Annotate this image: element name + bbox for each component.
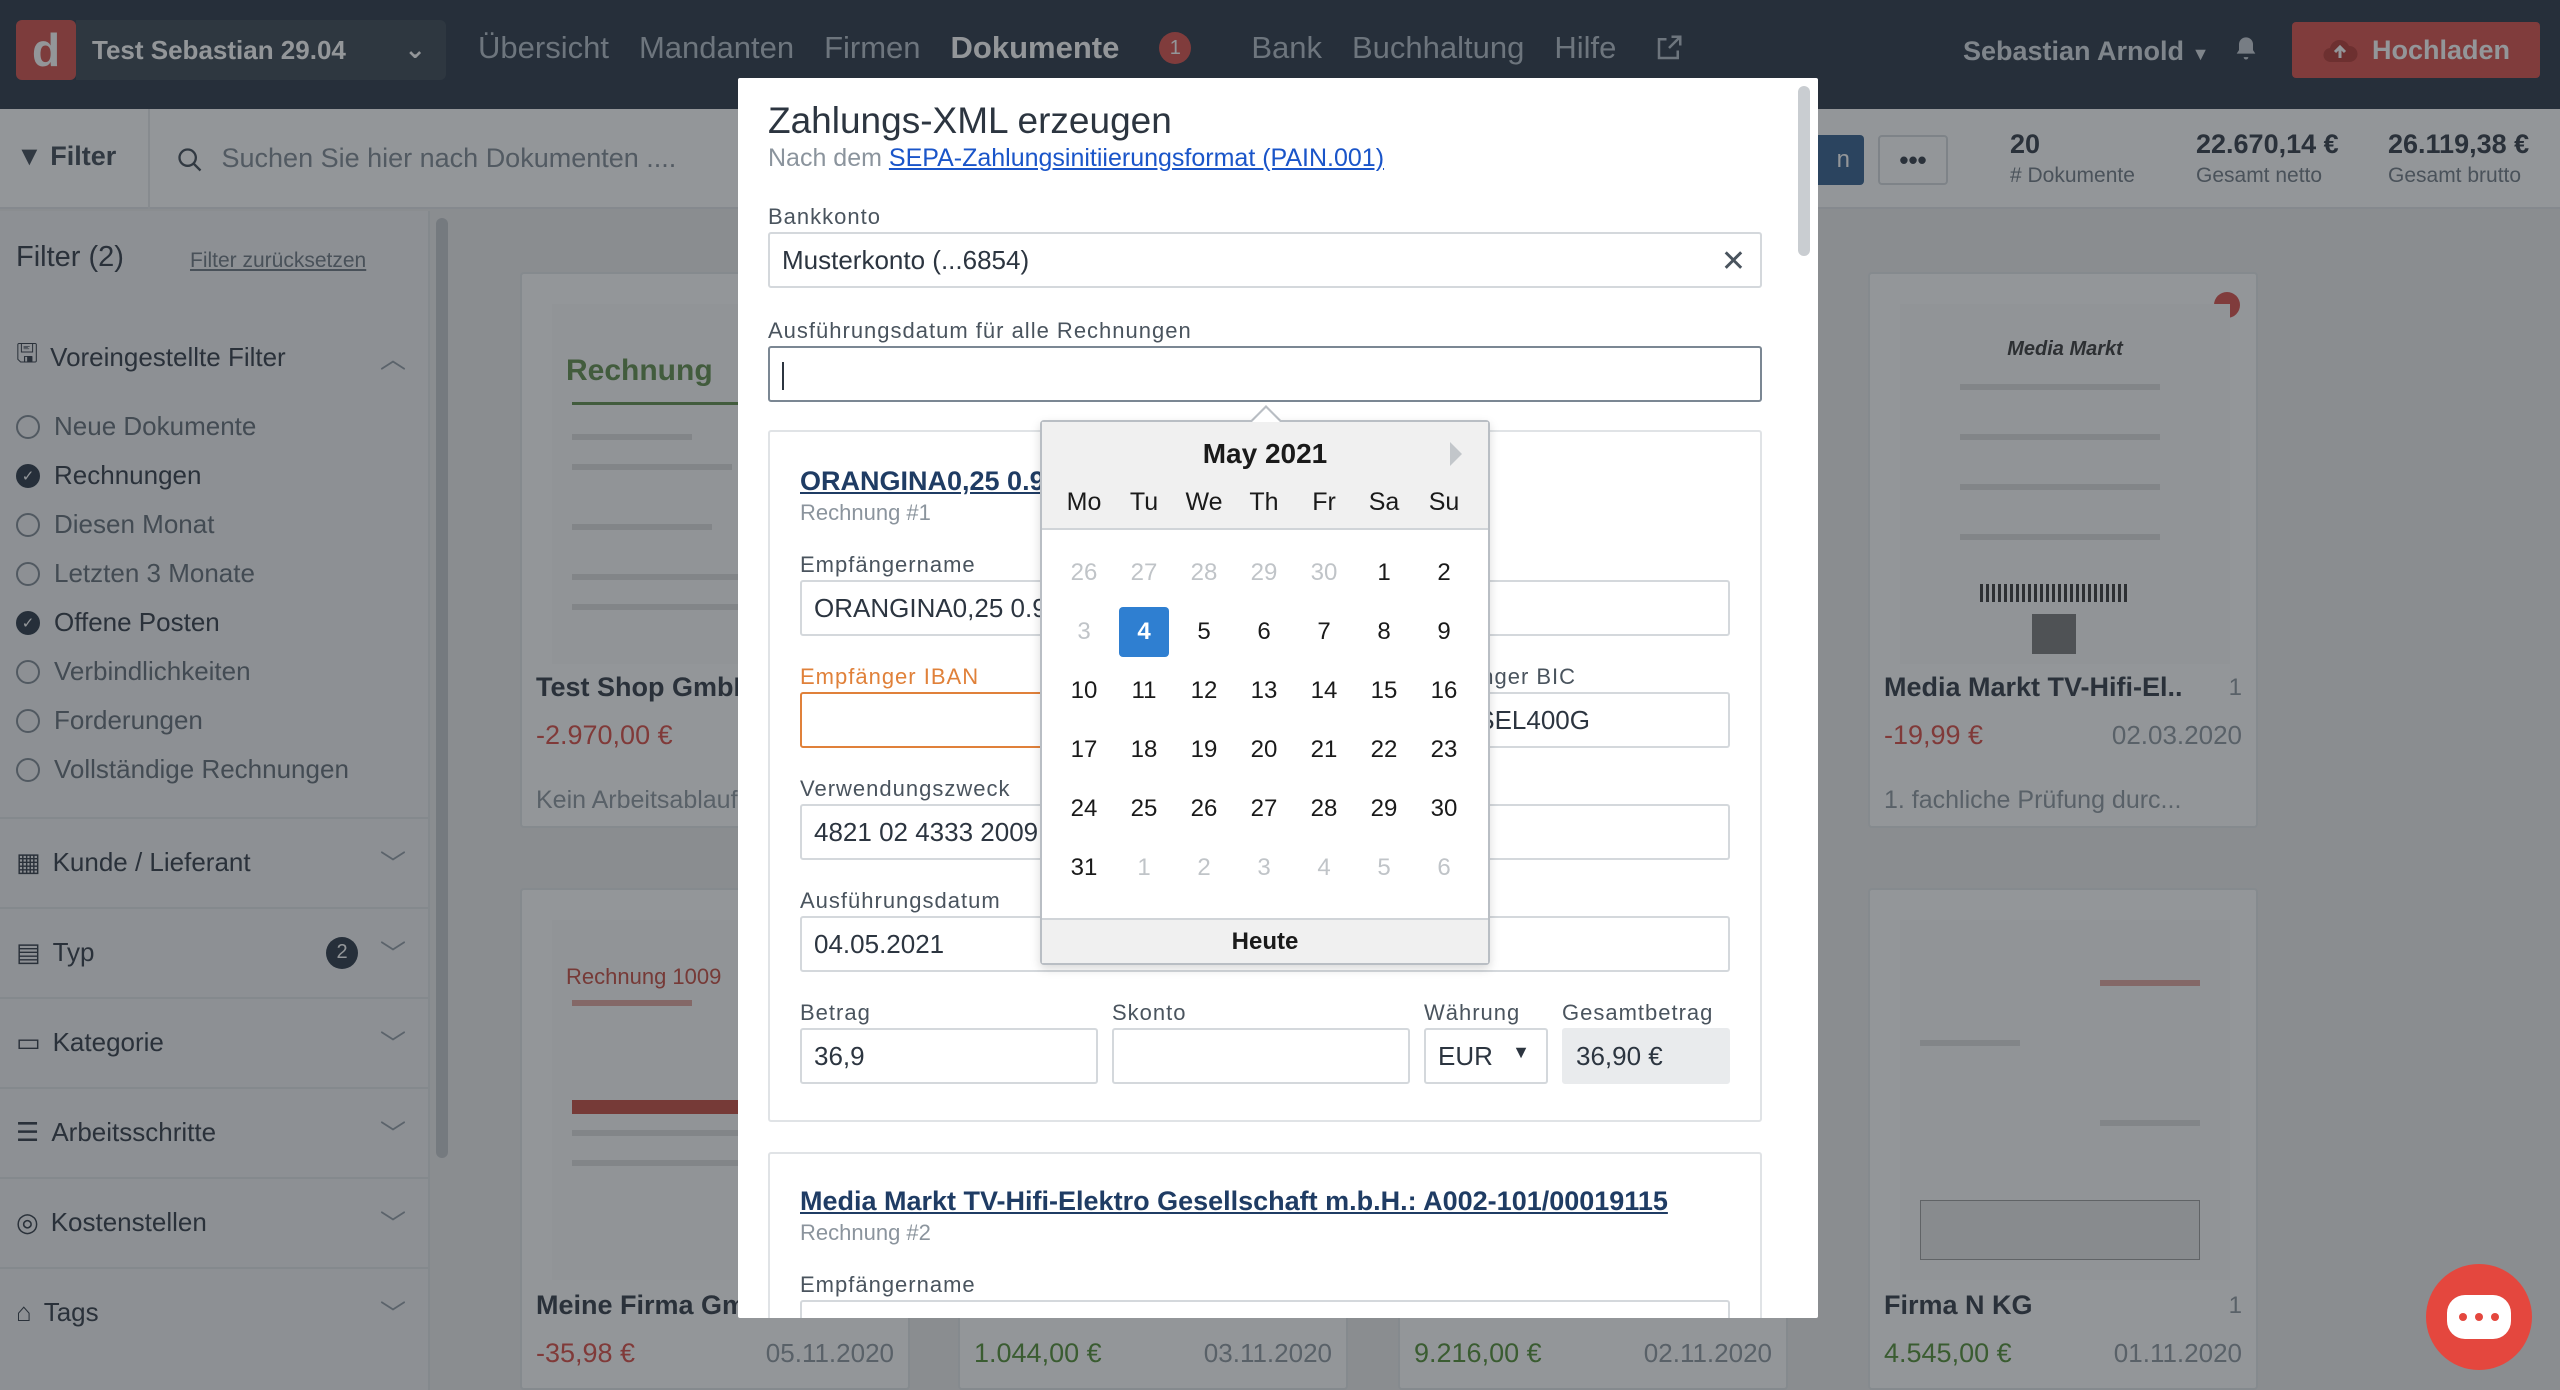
recipient-iban-label: Empfänger IBAN bbox=[800, 664, 980, 689]
datepicker: May 2021 Mo Tu We Th Fr Sa Su 26 27 28 29 30 1 2 3 4 5 6… bbox=[1040, 420, 1490, 965]
currency-select[interactable]: EUR ▼ bbox=[1424, 1028, 1548, 1084]
purpose-value: 4821 02 4333 2009 bbox=[814, 816, 1039, 847]
text-cursor bbox=[782, 362, 784, 390]
calendar-day[interactable]: 17 bbox=[1059, 725, 1109, 775]
bank-account-select[interactable]: Musterkonto (...6854) ✕ bbox=[768, 232, 1762, 288]
calendar-day[interactable]: 8 bbox=[1359, 607, 1409, 657]
calendar-day[interactable]: 6 bbox=[1239, 607, 1289, 657]
calendar-day[interactable]: 5 bbox=[1179, 607, 1229, 657]
calendar-day: 2 bbox=[1197, 854, 1211, 881]
recipient-name-label: Empfängername bbox=[800, 1272, 976, 1297]
invoice-subtitle: Rechnung #2 bbox=[800, 1220, 931, 1245]
calendar-day[interactable]: 1 bbox=[1359, 548, 1409, 598]
calendar-day: 29 bbox=[1250, 559, 1278, 586]
recipient-name-value: ORANGINA0,25 0.9 bbox=[814, 592, 1047, 623]
execution-date-value: 04.05.2021 bbox=[814, 928, 945, 959]
amount-label: Betrag bbox=[800, 1000, 871, 1025]
chat-button[interactable] bbox=[2426, 1264, 2532, 1370]
total-output: 36,90 € bbox=[1562, 1028, 1730, 1084]
calendar-day[interactable]: 28 bbox=[1299, 784, 1349, 834]
calendar-day: 1 bbox=[1137, 854, 1151, 881]
caret-down-icon: ▼ bbox=[1512, 1042, 1530, 1062]
invoice-title[interactable]: Media Markt TV-Hifi-Elektro Gesellschaft… bbox=[800, 1186, 1668, 1217]
today-button[interactable]: Heute bbox=[1042, 918, 1488, 963]
execution-date-label: Ausführungsdatum bbox=[800, 888, 1001, 913]
dialog-subtitle: Nach dem SEPA-Zahlungsinitiierungsformat… bbox=[768, 144, 1384, 173]
datepicker-pointer-inner bbox=[1252, 408, 1280, 422]
calendar-day[interactable]: 7 bbox=[1299, 607, 1349, 657]
calendar-day[interactable]: 30 bbox=[1419, 784, 1469, 834]
modal-scrollbar[interactable] bbox=[1798, 86, 1810, 256]
calendar-day[interactable]: 29 bbox=[1359, 784, 1409, 834]
calendar-day[interactable]: 4 bbox=[1119, 607, 1169, 657]
calendar-day: 26 bbox=[1070, 559, 1098, 586]
calendar-day: 3 bbox=[1077, 618, 1091, 645]
calendar-day[interactable]: 12 bbox=[1179, 666, 1229, 716]
calendar-day[interactable]: 16 bbox=[1419, 666, 1469, 716]
weekday-sa: Sa bbox=[1368, 488, 1400, 516]
calendar-day[interactable]: 21 bbox=[1299, 725, 1349, 775]
invoice-subtitle: Rechnung #1 bbox=[800, 500, 931, 525]
weekday-tu: Tu bbox=[1129, 488, 1159, 516]
invoice-title[interactable]: ORANGINA0,25 0.9 bbox=[800, 466, 1045, 497]
recipient-bic-input[interactable]: ISEL400G bbox=[1450, 692, 1730, 748]
calendar-day[interactable]: 9 bbox=[1419, 607, 1469, 657]
invoice-panel-2: Media Markt TV-Hifi-Elektro Gesellschaft… bbox=[768, 1152, 1762, 1318]
total-label: Gesamtbetrag bbox=[1562, 1000, 1714, 1025]
subtitle-prefix: Nach dem bbox=[768, 144, 882, 172]
calendar-day[interactable]: 14 bbox=[1299, 666, 1349, 716]
calendar-day[interactable]: 22 bbox=[1359, 725, 1409, 775]
dialog-title: Zahlungs-XML erzeugen bbox=[768, 100, 1172, 141]
clear-icon[interactable]: ✕ bbox=[1721, 244, 1746, 279]
chat-icon bbox=[2447, 1295, 2511, 1339]
calendar-day[interactable]: 2 bbox=[1419, 548, 1469, 598]
weekday-mo: Mo bbox=[1066, 488, 1102, 516]
calendar-day[interactable]: 25 bbox=[1119, 784, 1169, 834]
next-month-icon[interactable] bbox=[1450, 442, 1462, 466]
weekday-fr: Fr bbox=[1312, 488, 1336, 516]
calendar-day: 27 bbox=[1130, 559, 1158, 586]
calendar-day[interactable]: 19 bbox=[1179, 725, 1229, 775]
total-value: 36,90 € bbox=[1576, 1040, 1663, 1071]
calendar-day: 28 bbox=[1190, 559, 1218, 586]
currency-label: Währung bbox=[1424, 1000, 1521, 1025]
calendar-day: 5 bbox=[1377, 854, 1391, 881]
execution-date-all-label: Ausführungsdatum für alle Rechnungen bbox=[768, 318, 1192, 343]
weekday-su: Su bbox=[1428, 488, 1460, 516]
calendar-day[interactable]: 18 bbox=[1119, 725, 1169, 775]
calendar-day[interactable]: 11 bbox=[1119, 666, 1169, 716]
calendar-day[interactable]: 23 bbox=[1419, 725, 1469, 775]
calendar-day: 6 bbox=[1437, 854, 1451, 881]
weekday-th: Th bbox=[1249, 488, 1279, 516]
calendar-day: 30 bbox=[1310, 559, 1338, 586]
recipient-name-label: Empfängername bbox=[800, 552, 976, 577]
calendar-day[interactable]: 31 bbox=[1059, 843, 1109, 893]
recipient-name-input[interactable] bbox=[800, 1300, 1730, 1318]
calendar-day[interactable]: 26 bbox=[1179, 784, 1229, 834]
calendar-day[interactable]: 24 bbox=[1059, 784, 1109, 834]
execution-date-all-input[interactable] bbox=[768, 346, 1762, 402]
calendar-day[interactable]: 15 bbox=[1359, 666, 1409, 716]
skonto-label: Skonto bbox=[1112, 1000, 1187, 1025]
calendar-day[interactable]: 20 bbox=[1239, 725, 1289, 775]
calendar-day[interactable]: 10 bbox=[1059, 666, 1109, 716]
currency-value: EUR bbox=[1438, 1040, 1493, 1071]
sepa-format-link[interactable]: SEPA-Zahlungsinitiierungsformat (PAIN.00… bbox=[889, 144, 1384, 172]
amount-value: 36,9 bbox=[814, 1040, 865, 1071]
calendar-day[interactable]: 27 bbox=[1239, 784, 1289, 834]
bank-account-label: Bankkonto bbox=[768, 204, 881, 229]
calendar-day[interactable]: 13 bbox=[1239, 666, 1289, 716]
datepicker-month: May 2021 bbox=[1202, 438, 1328, 469]
amount-input[interactable]: 36,9 bbox=[800, 1028, 1098, 1084]
bank-account-value: Musterkonto (...6854) bbox=[782, 244, 1030, 275]
weekday-we: We bbox=[1185, 488, 1223, 516]
skonto-input[interactable] bbox=[1112, 1028, 1410, 1084]
calendar-day: 4 bbox=[1317, 854, 1331, 881]
purpose-label: Verwendungszweck bbox=[800, 776, 1011, 801]
calendar-day: 3 bbox=[1257, 854, 1271, 881]
